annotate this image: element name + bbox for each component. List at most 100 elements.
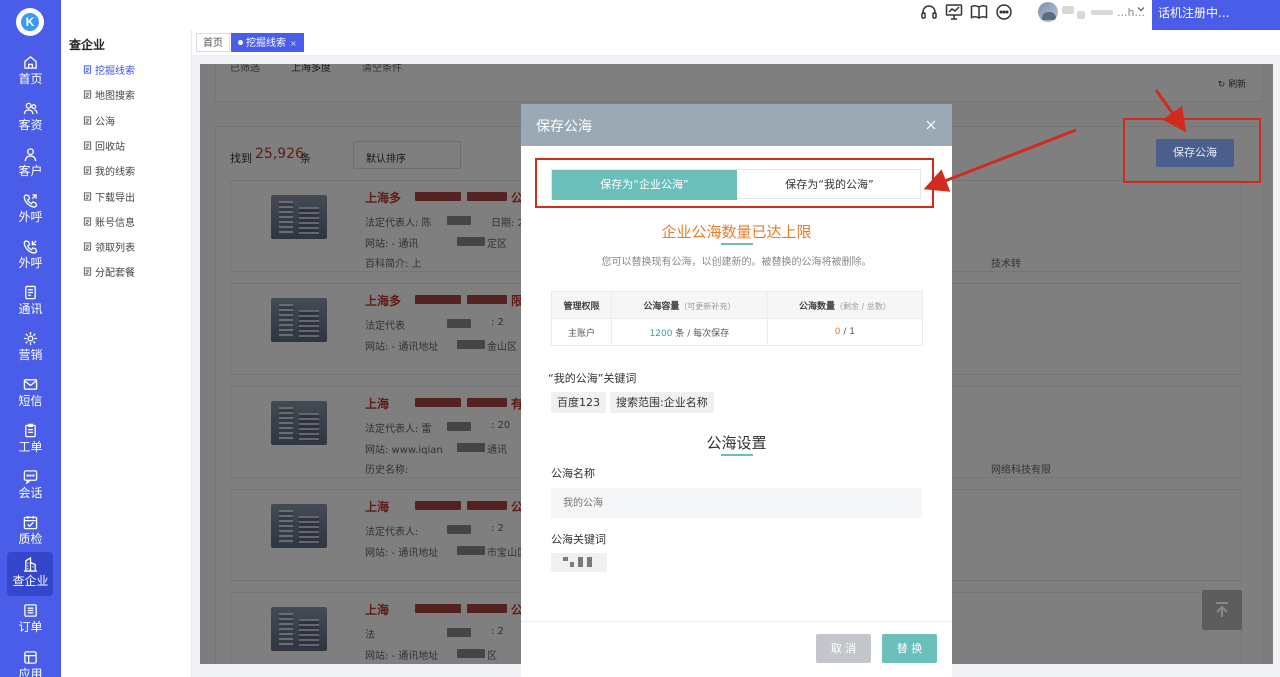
col-capacity: 公海容量（可更新补充） bbox=[611, 291, 768, 319]
col-capacity-sub: （可更新补充） bbox=[679, 301, 736, 311]
nav-item-outbound-2[interactable]: 外呼 bbox=[0, 234, 61, 278]
redacted-mask bbox=[563, 557, 568, 561]
subnav-label: 地图搜索 bbox=[95, 91, 135, 103]
nav-label: 工单 bbox=[18, 440, 43, 454]
subnav-item[interactable]: 挖掘线索 bbox=[83, 62, 135, 77]
subnav-label: 下载导出 bbox=[95, 192, 135, 204]
col-permission: 管理权限 bbox=[551, 291, 612, 319]
nav-label: 首页 bbox=[18, 72, 43, 86]
nav-label: 外呼 bbox=[18, 256, 43, 270]
col-capacity-label: 公海容量 bbox=[643, 301, 680, 312]
quota-table: 管理权限 公海容量（可更新补充） 公海数量（剩余 / 总数） 主账户 1200 … bbox=[551, 291, 924, 346]
marketing-icon bbox=[23, 331, 38, 346]
col-count-label: 公海数量 bbox=[798, 301, 835, 312]
nav-item-quality[interactable]: 质检 bbox=[0, 510, 61, 554]
subnav-label: 公海 bbox=[95, 116, 115, 128]
capacity-unit: 条 / 每次保存 bbox=[672, 328, 730, 339]
nav-item-ticket[interactable]: 工单 bbox=[0, 418, 61, 462]
app-logo[interactable]: K bbox=[16, 8, 44, 36]
clipboard-icon bbox=[25, 423, 36, 438]
document-icon bbox=[83, 141, 92, 150]
annotation-box-tabs bbox=[535, 158, 934, 208]
modal-header: 保存公海 bbox=[521, 104, 952, 146]
cell-count: 0 / 1 bbox=[766, 318, 924, 346]
nav-label: 客户 bbox=[18, 164, 43, 178]
document-icon bbox=[83, 65, 92, 74]
tab-close-icon[interactable]: × bbox=[290, 39, 297, 48]
limit-description: 您可以替换现有公海，以创建新的。被替换的公海将被删除。 bbox=[601, 257, 872, 268]
nav-label: 查企业 bbox=[12, 574, 49, 588]
table-header-row: 管理权限 公海容量（可更新补充） 公海数量（剩余 / 总数） bbox=[551, 291, 924, 319]
nav-item-contacts[interactable]: 通讯 bbox=[0, 280, 61, 324]
nav-label: 客资 bbox=[18, 118, 43, 132]
arrow-up-icon bbox=[1216, 602, 1228, 617]
subnav-item[interactable]: 下载导出 bbox=[83, 189, 135, 204]
subnav-item[interactable]: 地图搜索 bbox=[83, 87, 135, 102]
tab-dig-leads[interactable]: 挖掘线索 × bbox=[231, 33, 304, 52]
cancel-button[interactable]: 取 消 bbox=[816, 634, 871, 663]
subnav-item[interactable]: 回收站 bbox=[83, 138, 125, 153]
replace-button[interactable]: 替 换 bbox=[882, 634, 937, 663]
book-icon[interactable] bbox=[970, 3, 988, 21]
top-bar: ...h... 话机注册中... bbox=[61, 0, 1280, 30]
pool-name-input[interactable] bbox=[551, 488, 922, 518]
subnav-item[interactable]: 公海 bbox=[83, 113, 115, 128]
tab-label: 挖掘线索 bbox=[246, 38, 286, 49]
subnav-item[interactable]: 我的线索 bbox=[83, 163, 135, 178]
chat-icon bbox=[23, 470, 38, 484]
nav-item-leads[interactable]: 客资 bbox=[0, 96, 61, 140]
close-icon[interactable] bbox=[924, 118, 938, 132]
monitor-chart-icon[interactable] bbox=[945, 3, 963, 21]
title-underline bbox=[721, 243, 753, 245]
pool-keyword-label: 公海关键词 bbox=[551, 533, 606, 546]
settings-title: 公海设置 bbox=[706, 434, 767, 452]
username-mask bbox=[1062, 6, 1074, 14]
nav-item-chat[interactable]: 会话 bbox=[0, 464, 61, 508]
chevron-down-icon[interactable] bbox=[1136, 4, 1146, 14]
capacity-number: 1200 bbox=[649, 328, 673, 339]
count-total: / 1 bbox=[840, 327, 855, 337]
redacted-mask bbox=[587, 557, 592, 567]
customer-icon bbox=[24, 148, 37, 162]
tab-label: 首页 bbox=[203, 38, 223, 49]
avatar[interactable] bbox=[1038, 2, 1058, 22]
subnav-label: 账号信息 bbox=[95, 217, 135, 229]
nav-label: 订单 bbox=[18, 620, 43, 634]
nav-item-home[interactable]: 首页 bbox=[0, 50, 61, 94]
document-icon bbox=[83, 90, 92, 99]
pool-keyword-chip bbox=[551, 553, 607, 572]
headset-icon[interactable] bbox=[920, 3, 938, 21]
nav-label: 会话 bbox=[18, 486, 43, 500]
nav-item-sms[interactable]: 短信 bbox=[0, 372, 61, 416]
nav-item-apps[interactable]: 应用 bbox=[0, 645, 61, 677]
nav-item-company[interactable]: 查企业 bbox=[0, 552, 61, 596]
nav-item-outbound[interactable]: 外呼 bbox=[0, 188, 61, 232]
home-icon bbox=[24, 56, 37, 69]
subnav-label: 回收站 bbox=[95, 141, 125, 153]
logo-k-icon: K bbox=[21, 13, 39, 31]
subnav-item[interactable]: 账号信息 bbox=[83, 214, 135, 229]
subnav-item[interactable]: 领取列表 bbox=[83, 239, 135, 254]
nav-label: 应用 bbox=[18, 667, 43, 677]
subnav-title: 查企业 bbox=[69, 38, 106, 52]
nav-item-marketing[interactable]: 营销 bbox=[0, 326, 61, 370]
phone-status[interactable]: 话机注册中... bbox=[1152, 0, 1280, 30]
back-to-top-button[interactable] bbox=[1202, 590, 1242, 630]
tab-bar: 首页 挖掘线索 × bbox=[192, 30, 1280, 56]
document-icon bbox=[83, 191, 92, 201]
phone-out-icon bbox=[23, 240, 38, 254]
building-icon bbox=[23, 557, 38, 572]
tab-home[interactable]: 首页 bbox=[196, 33, 230, 52]
document-icon bbox=[83, 166, 92, 175]
document-icon bbox=[83, 242, 92, 251]
modal-title: 保存公海 bbox=[536, 119, 592, 135]
left-nav: K 首页 客资 客户 外呼 外呼 通讯 营销 短信 工单 会话 质检 查企业 订… bbox=[0, 0, 61, 677]
message-icon[interactable] bbox=[995, 3, 1013, 21]
nav-item-order[interactable]: 订单 bbox=[0, 598, 61, 642]
username-mask bbox=[1077, 11, 1085, 19]
footer-divider bbox=[521, 621, 952, 622]
nav-label: 短信 bbox=[18, 394, 43, 408]
phone-out-icon bbox=[23, 194, 38, 208]
subnav-item[interactable]: 分配套餐 bbox=[83, 264, 135, 279]
nav-item-customer[interactable]: 客户 bbox=[0, 142, 61, 186]
